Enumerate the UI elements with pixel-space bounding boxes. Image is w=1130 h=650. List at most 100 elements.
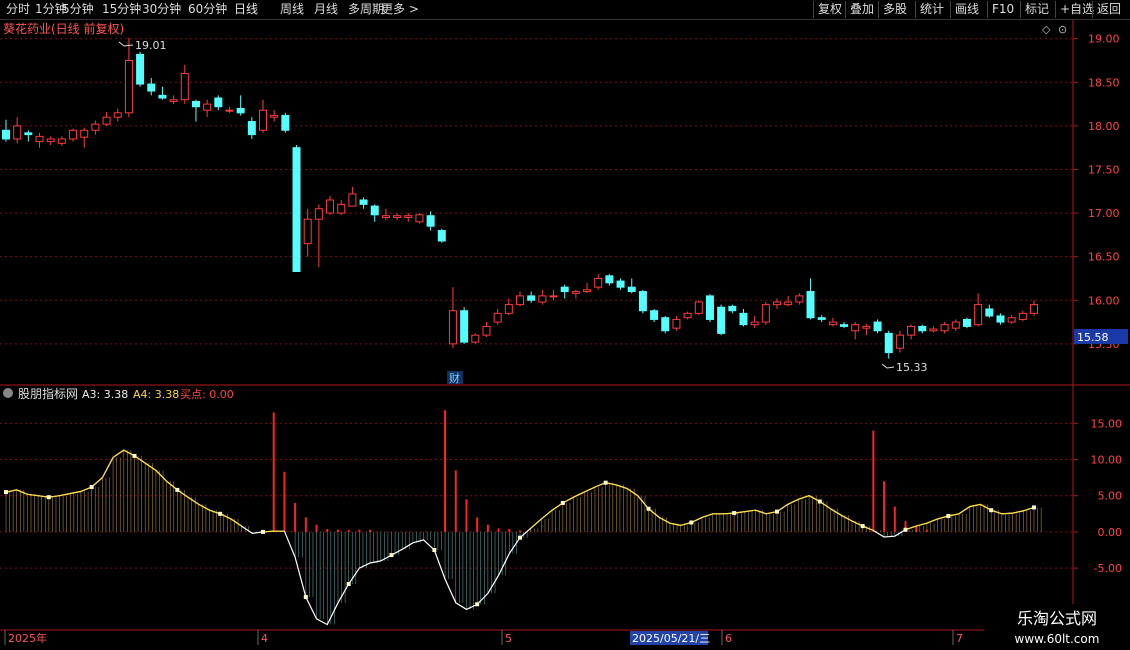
a3-point	[689, 520, 694, 525]
candle-body	[739, 312, 748, 326]
indicator-tick-label: 15.00	[1091, 417, 1123, 430]
candle-body	[1007, 317, 1016, 323]
candle-body	[616, 280, 625, 288]
candle-body	[236, 107, 245, 114]
candle-body	[884, 332, 893, 354]
candle-body	[918, 325, 927, 332]
price-tick-label: 17.50	[1088, 163, 1120, 176]
candle-body	[817, 317, 826, 320]
a3-point	[732, 511, 737, 516]
candle-body	[929, 328, 938, 332]
candle-body	[214, 97, 223, 108]
candle-body	[806, 291, 815, 319]
a3-value: A3: 3.38	[82, 388, 128, 401]
candle-body	[694, 301, 703, 314]
candle-body	[705, 295, 714, 320]
candle-body	[985, 308, 994, 317]
candle-body	[583, 289, 592, 293]
candle-body	[828, 321, 837, 326]
candle-body	[940, 324, 949, 332]
watermark-url: www.60lt.com	[1015, 632, 1100, 646]
candle-body	[851, 324, 860, 332]
a3-point	[389, 553, 394, 558]
a3-point	[218, 511, 223, 516]
a3-point	[175, 487, 180, 492]
stock-chart[interactable]: 15.5016.0016.5017.0017.5018.0018.5019.00…	[0, 0, 1130, 650]
a3-point	[989, 508, 994, 513]
candle-body	[795, 295, 804, 303]
candle-body	[773, 301, 781, 306]
indicator-tick-label: 10.00	[1091, 454, 1123, 467]
candle-body	[683, 312, 692, 319]
candle-body	[370, 205, 379, 216]
a3-point	[132, 453, 137, 458]
candle-body	[1030, 304, 1038, 314]
candle-body	[951, 321, 960, 329]
candle-body	[292, 147, 301, 272]
candle-body	[962, 318, 971, 327]
candle-body	[113, 112, 122, 118]
candle-body	[661, 317, 670, 332]
candle-body	[784, 301, 793, 306]
indicator-menu-icon	[3, 388, 13, 398]
candle-body	[516, 295, 524, 306]
price-tick-label: 16.00	[1088, 294, 1120, 307]
price-tick-label: 19.00	[1088, 33, 1120, 46]
candle-body	[538, 295, 547, 303]
candle-body	[203, 103, 212, 111]
candle-body	[605, 275, 614, 284]
candle-body	[359, 199, 368, 205]
candle-body	[650, 310, 659, 320]
a3-point	[475, 602, 480, 607]
candle-body	[348, 193, 357, 207]
a3-point	[432, 548, 437, 552]
indicator-name: 股朋指标网	[18, 386, 78, 401]
a3-point	[46, 495, 51, 500]
candle-body	[337, 203, 346, 214]
candle-body	[728, 305, 737, 312]
a3-point	[860, 524, 865, 529]
date-label: 4	[261, 632, 268, 645]
candle-body	[80, 129, 89, 138]
candle-body	[560, 286, 569, 293]
low-label: 15.33	[896, 361, 928, 374]
candle-body	[1018, 312, 1027, 320]
candle-body	[895, 334, 904, 349]
candle-body	[393, 215, 402, 218]
candle-body	[974, 304, 983, 326]
high-pointer	[118, 41, 134, 47]
candle-body	[672, 318, 681, 329]
date-label: 6	[725, 632, 732, 645]
high-label: 19.01	[135, 39, 167, 52]
candle-body	[136, 53, 145, 85]
a3-point	[1032, 505, 1036, 510]
candle-body	[57, 138, 66, 144]
indicator-tick-label: 0.00	[1098, 526, 1123, 539]
candle-body	[147, 83, 156, 92]
date-label: 5	[505, 632, 512, 645]
candle-body	[169, 99, 178, 102]
candle-body	[761, 304, 770, 323]
candle-body	[158, 94, 167, 99]
indicator-tick-label: -5.00	[1094, 562, 1122, 575]
candle-body	[225, 109, 234, 112]
a3-point	[603, 480, 608, 485]
price-tag: 15.58	[1077, 331, 1109, 344]
candle-body	[270, 114, 279, 118]
watermark-title: 乐淘公式网	[1017, 609, 1097, 628]
a4-value: A4: 3.38	[133, 388, 179, 401]
candle-body	[460, 310, 469, 343]
candle-body	[627, 286, 636, 293]
a3-point	[646, 506, 651, 511]
candle-body	[247, 121, 256, 136]
candle-body	[527, 295, 536, 301]
candle-body	[482, 325, 491, 336]
candle-body	[448, 310, 457, 345]
a3-positive-line	[5, 449, 1035, 533]
candle-body	[13, 125, 22, 140]
a3-point	[518, 535, 522, 540]
a3-point	[261, 529, 265, 534]
candle-body	[471, 334, 480, 343]
buy-value: 买点: 0.00	[180, 388, 234, 401]
chart-title: 葵花药业(日线 前复权)	[3, 21, 124, 36]
